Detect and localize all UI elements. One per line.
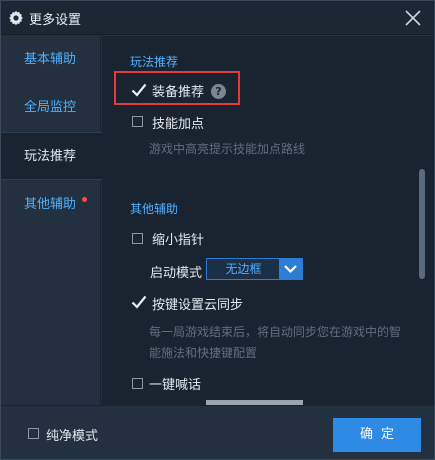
equipment-recommend-checkbox[interactable] bbox=[131, 83, 147, 97]
section-title-gameplay: 玩法推荐 bbox=[130, 55, 179, 69]
launch-mode-select[interactable]: 无边框 bbox=[206, 258, 303, 280]
key-sync-description-line1: 每一局游戏结束后，将自动同步您在游戏中的智 bbox=[149, 325, 402, 339]
skill-points-label: 技能加点 bbox=[152, 117, 205, 132]
section-title-other: 其他辅助 bbox=[130, 202, 179, 216]
skill-points-checkbox[interactable] bbox=[132, 116, 143, 127]
sidebar-item-label: 玩法推荐 bbox=[24, 149, 77, 164]
notification-dot bbox=[82, 197, 88, 202]
dropdown-arrow[interactable] bbox=[279, 259, 302, 279]
footer-bar: 纯净模式 确定 bbox=[1, 405, 434, 459]
key-sync-description-line2: 能施法和快捷键配置 bbox=[149, 346, 258, 360]
launch-mode-value: 无边框 bbox=[225, 262, 262, 276]
equipment-recommend-label: 装备推荐 bbox=[152, 85, 205, 100]
shrink-pointer-label: 缩小指针 bbox=[152, 233, 205, 248]
close-icon[interactable] bbox=[402, 7, 424, 29]
sidebar-item-label: 其他辅助 bbox=[24, 197, 77, 212]
skill-points-description: 游戏中高亮提示技能加点路线 bbox=[149, 142, 306, 156]
key-sync-checkbox[interactable] bbox=[131, 295, 147, 309]
window-title: 更多设置 bbox=[29, 13, 82, 28]
sidebar-item-label: 基本辅助 bbox=[24, 52, 77, 67]
quick-chat-checkbox[interactable] bbox=[132, 378, 143, 389]
pure-mode-checkbox[interactable] bbox=[28, 428, 39, 439]
confirm-button[interactable]: 确定 bbox=[333, 418, 421, 452]
title-bar: 更多设置 bbox=[1, 1, 434, 35]
help-icon[interactable]: ? bbox=[211, 84, 226, 99]
quick-chat-label: 一键喊话 bbox=[149, 378, 202, 393]
sidebar-item-label: 全局监控 bbox=[24, 100, 77, 115]
sidebar-item-global-monitor[interactable]: 全局监控 bbox=[1, 84, 101, 132]
chevron-down-icon bbox=[284, 265, 297, 274]
launch-mode-label: 启动模式 bbox=[150, 266, 203, 281]
sidebar-item-basic-assist[interactable]: 基本辅助 bbox=[1, 36, 101, 84]
shrink-pointer-checkbox[interactable] bbox=[132, 233, 143, 244]
settings-dialog: 更多设置 基本辅助 全局监控 玩法推荐 其他辅助 玩法推荐 装备推荐 ? 技能加… bbox=[0, 0, 435, 460]
key-sync-label: 按键设置云同步 bbox=[152, 298, 244, 313]
sidebar-item-other-assist[interactable]: 其他辅助 bbox=[1, 181, 101, 229]
pure-mode-label: 纯净模式 bbox=[46, 429, 99, 444]
settings-content: 玩法推荐 装备推荐 ? 技能加点 游戏中高亮提示技能加点路线 其他辅助 缩小指针… bbox=[102, 36, 417, 405]
scrollbar-thumb[interactable] bbox=[419, 169, 425, 279]
sidebar-nav: 基本辅助 全局监控 玩法推荐 其他辅助 bbox=[1, 36, 102, 405]
gear-icon bbox=[9, 10, 23, 26]
sidebar-item-gameplay-recommend[interactable]: 玩法推荐 bbox=[1, 132, 102, 180]
